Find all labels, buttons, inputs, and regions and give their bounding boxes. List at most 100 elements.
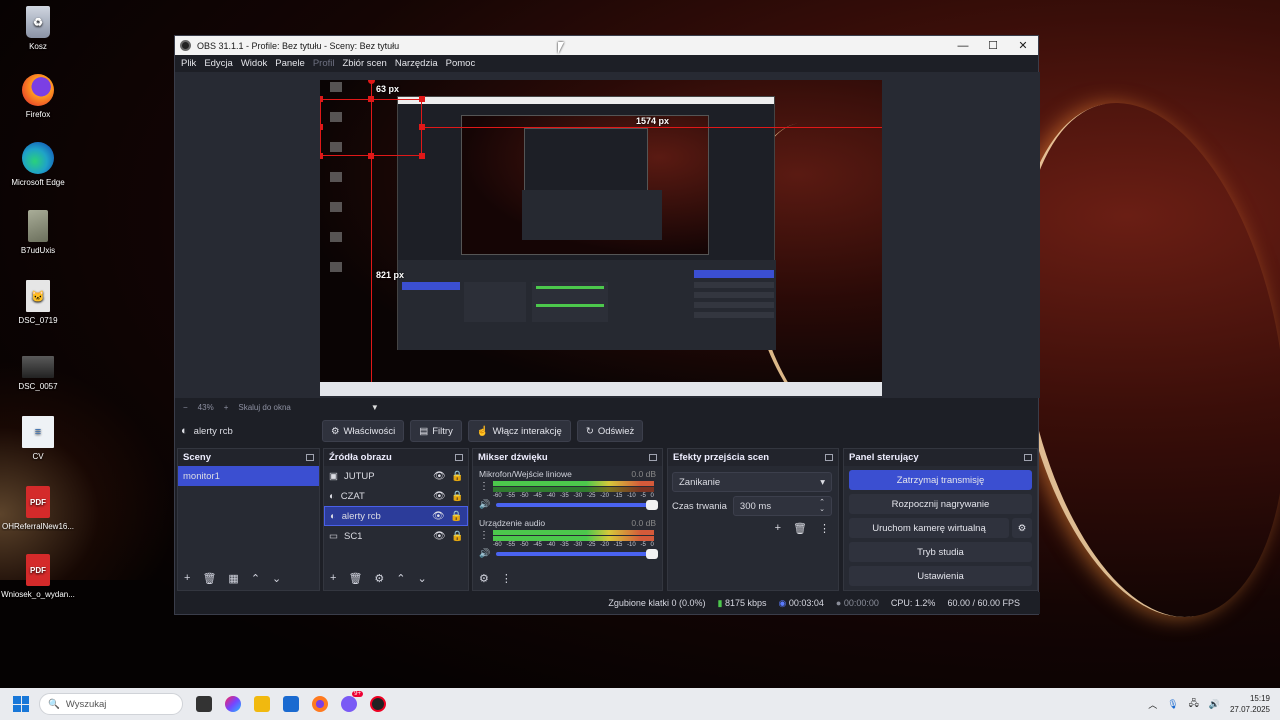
fit-to-window[interactable]: Skaluj do okna (238, 403, 290, 412)
advanced-audio-icon[interactable]: ⚙ (479, 572, 489, 585)
interact-button[interactable]: ☝ Włącz interakcję (467, 420, 571, 442)
undock-icon[interactable] (825, 454, 833, 461)
volume-icon[interactable]: 🔊 (1209, 699, 1220, 710)
desktop-icon-pdf-referral[interactable]: PDF OHReferralNew16... (0, 486, 76, 531)
firefox-taskbar-icon[interactable] (312, 696, 328, 712)
source-item[interactable]: ▣ JUTUP 👁 🔒 (324, 466, 468, 486)
lock-icon[interactable]: 🔒 (451, 471, 463, 482)
chevron-down-icon[interactable]: ▼ (371, 403, 379, 412)
file-explorer-icon[interactable] (254, 696, 270, 712)
desktop-icon-edge[interactable]: Microsoft Edge (0, 142, 76, 187)
lock-icon[interactable]: 🔒 (451, 531, 463, 542)
volume-slider-knob[interactable] (646, 548, 658, 559)
clock[interactable]: 15:19 27.07.2025 (1230, 693, 1270, 715)
visibility-eye-icon[interactable]: 👁 (433, 471, 446, 482)
transform-handle[interactable] (368, 96, 374, 102)
desktop-icon-recycle-bin[interactable]: ♻ Kosz (0, 6, 76, 51)
menu-docks[interactable]: Panele (273, 58, 311, 69)
desktop-icon-dsc0057[interactable]: DSC_0057 (0, 348, 76, 391)
task-view-icon[interactable] (196, 696, 212, 712)
transform-handle[interactable] (320, 153, 323, 159)
settings-button[interactable]: Ustawienia (849, 566, 1032, 586)
move-down-icon[interactable]: ⌄ (418, 572, 427, 585)
lock-icon[interactable]: 🔒 (450, 511, 462, 522)
trash-icon[interactable]: 🗑 (793, 522, 807, 535)
start-recording-button[interactable]: Rozpocznij nagrywanie (849, 494, 1032, 514)
transform-handle[interactable] (419, 153, 425, 159)
add-icon[interactable]: + (330, 572, 336, 584)
title-bar[interactable]: OBS 31.1.1 - Profile: Bez tytułu - Sceny… (175, 36, 1038, 55)
transform-handle[interactable] (368, 153, 374, 159)
more-vert-icon[interactable]: ⋮ (479, 481, 489, 492)
source-item[interactable]: ▭ SC1 👁 🔒 (324, 526, 468, 546)
obs-taskbar-icon[interactable] (370, 696, 386, 712)
source-item[interactable]: ◐ CZAT 👁 🔒 (324, 486, 468, 506)
studio-mode-button[interactable]: Tryb studia (849, 542, 1032, 562)
virtual-camera-settings-gear-icon[interactable]: ⚙ (1012, 518, 1032, 538)
minimize-button[interactable]: — (948, 40, 978, 52)
undock-icon[interactable] (1024, 454, 1032, 461)
speaker-icon[interactable]: 🔊 (479, 499, 490, 510)
move-down-icon[interactable]: ⌄ (272, 572, 281, 585)
volume-slider[interactable] (496, 499, 658, 510)
more-vert-icon[interactable]: ⋮ (479, 530, 489, 541)
scene-item[interactable]: monitor1 (178, 466, 319, 486)
microphone-icon[interactable]: 🎙 (1167, 699, 1178, 710)
discord-icon[interactable]: 9+ (341, 691, 363, 712)
transition-select[interactable]: Zanikanie ▾ (672, 472, 832, 492)
virtual-camera-button[interactable]: Uruchom kamerę wirtualną (849, 518, 1009, 538)
visibility-eye-icon[interactable]: 👁 (433, 491, 446, 502)
zoom-out-button[interactable]: − (183, 403, 188, 412)
windows-start-icon[interactable] (13, 696, 29, 712)
trash-icon[interactable]: 🗑 (202, 572, 216, 585)
transform-handle[interactable] (419, 96, 425, 102)
desktop-icon-cv[interactable]: ≡ CV (0, 416, 76, 461)
taskbar-search[interactable]: 🔍 Wyszukaj (39, 693, 183, 715)
transform-handle[interactable] (320, 96, 323, 102)
copilot-icon[interactable] (225, 696, 241, 712)
more-vert-icon[interactable]: ⋮ (819, 522, 830, 535)
transform-handle[interactable] (419, 124, 425, 130)
filters-button[interactable]: ▤ Filtry (410, 420, 462, 442)
store-icon[interactable] (283, 696, 299, 712)
undock-icon[interactable] (455, 454, 463, 461)
stop-stream-button[interactable]: Zatrzymaj transmisję (849, 470, 1032, 490)
duration-spinbox[interactable]: 300 ms ⌃ ⌄ (732, 496, 832, 516)
desktop-icon-firefox[interactable]: Firefox (0, 74, 76, 119)
move-up-icon[interactable]: ⌃ (396, 572, 405, 585)
undock-icon[interactable] (649, 454, 657, 461)
chevron-up-icon[interactable]: ︿ (1148, 698, 1157, 711)
maximize-button[interactable]: ☐ (978, 39, 1008, 52)
source-item-selected[interactable]: ◐ alerty rcb 👁 🔒 (324, 506, 468, 526)
speaker-icon[interactable]: 🔊 (479, 548, 490, 559)
menu-help[interactable]: Pomoc (444, 58, 482, 69)
spin-arrows-icon[interactable]: ⌃ ⌄ (819, 499, 825, 513)
menu-tools[interactable]: Narzędzia (393, 58, 444, 69)
lock-icon[interactable]: 🔒 (451, 491, 463, 502)
volume-slider[interactable] (496, 548, 658, 559)
more-vert-icon[interactable]: ⋮ (501, 572, 512, 585)
menu-edit[interactable]: Edycja (202, 58, 239, 69)
program-preview[interactable]: 63 px 1574 px 821 px (320, 80, 882, 396)
add-icon[interactable]: + (184, 572, 190, 584)
undock-icon[interactable] (306, 454, 314, 461)
gear-icon[interactable]: ⚙ (374, 572, 384, 585)
network-icon[interactable]: 🖧 (1189, 696, 1199, 712)
desktop-icon-pdf-wniosek[interactable]: PDF Wniosek_o_wydan... (0, 554, 76, 599)
menu-view[interactable]: Widok (239, 58, 273, 69)
transform-handle[interactable] (320, 124, 323, 130)
scene-filters-icon[interactable]: ▦ (228, 572, 238, 585)
refresh-button[interactable]: ↻ Odśwież (576, 420, 644, 442)
move-up-icon[interactable]: ⌃ (251, 572, 260, 585)
visibility-eye-icon[interactable]: 👁 (432, 511, 445, 522)
desktop-icon-dsc0719[interactable]: 🐱 DSC_0719 (0, 280, 76, 325)
menu-file[interactable]: Plik (179, 58, 202, 69)
close-button[interactable]: ✕ (1008, 39, 1038, 52)
properties-button[interactable]: ⚙ Właściwości (322, 420, 405, 442)
menu-scene-collection[interactable]: Zbiór scen (340, 58, 392, 69)
volume-slider-knob[interactable] (646, 499, 658, 510)
visibility-eye-icon[interactable]: 👁 (433, 531, 446, 542)
desktop-icon-file[interactable]: B7udUxis (0, 210, 76, 255)
add-icon[interactable]: + (775, 522, 781, 535)
menu-profile[interactable]: Profil (311, 58, 341, 69)
